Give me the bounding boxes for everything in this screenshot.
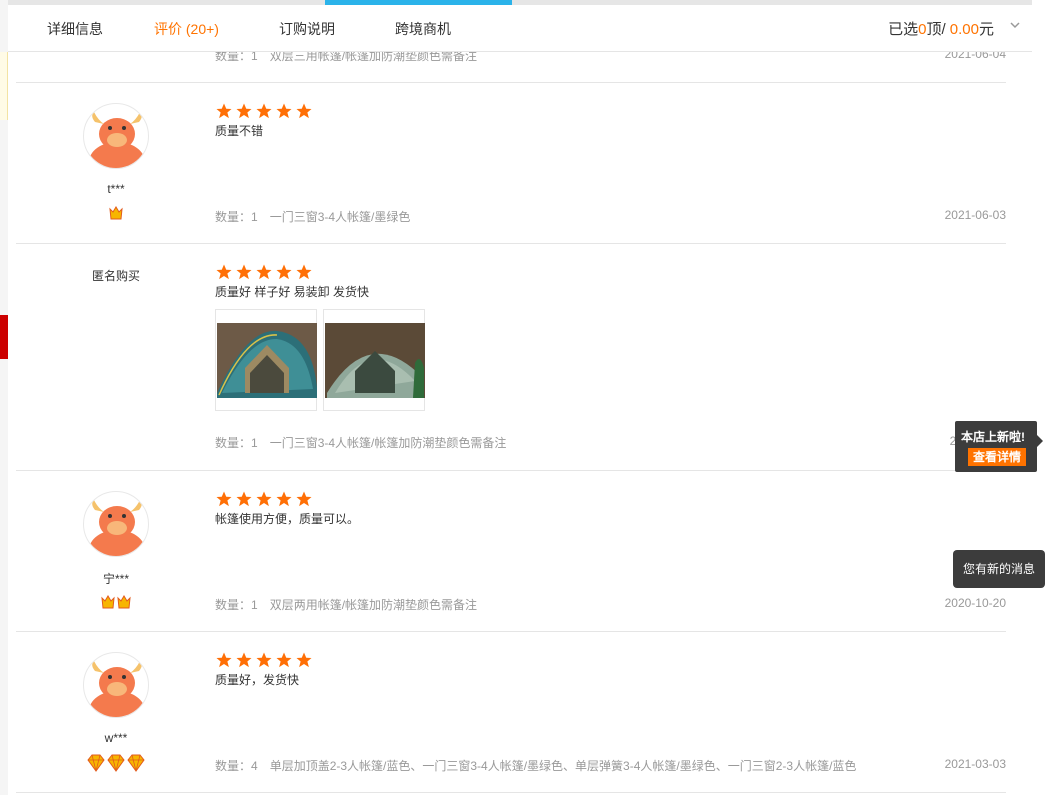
- review-content: 帐篷使用方便，质量可以。: [215, 512, 360, 526]
- review-user: 匿名购买: [91, 269, 140, 283]
- review-content: 质量好 样子好 易装卸 发货快: [215, 285, 370, 299]
- rating-stars: [215, 490, 315, 508]
- star-icon: [296, 264, 312, 280]
- star-icon: [276, 264, 292, 280]
- star-icon: [236, 264, 252, 280]
- star-icon: [216, 103, 232, 119]
- review-variant: 一门三窗3-4人帐篷/帐篷加防潮垫颜色需备注: [269, 436, 507, 450]
- review-quantity: 数量：1: [215, 436, 258, 450]
- review-user: w***: [104, 731, 128, 745]
- review-variant: 双层两用帐篷/帐篷加防潮垫颜色需备注: [269, 598, 478, 612]
- star-icon: [256, 103, 272, 119]
- left-red-tab[interactable]: [0, 315, 8, 359]
- rating-stars: [215, 102, 315, 120]
- diamond-badge-icon: [127, 754, 145, 772]
- review-photo-thumbnail[interactable]: [215, 309, 317, 411]
- crown-badge-icon: [117, 595, 131, 609]
- star-icon: [216, 491, 232, 507]
- star-icon: [296, 491, 312, 507]
- bull-avatar-icon: [89, 661, 145, 717]
- user-level-badges: [16, 205, 216, 223]
- left-notice-strip: [0, 52, 8, 120]
- popup-arrow: [1037, 435, 1043, 447]
- tent-photo-image: [217, 323, 317, 398]
- review-meta: 数量：4 单层加顶盖2-3人帐篷/蓝色、一门三窗3-4人帐篷/墨绿色、单层弹簧3-…: [215, 757, 856, 774]
- tab-details[interactable]: 详细信息: [47, 19, 103, 39]
- review-quantity: 数量：4: [215, 759, 258, 773]
- new-arrivals-popup: 本店上新啦! 查看详情: [955, 421, 1043, 472]
- tab-indicator: [325, 0, 512, 5]
- tab-order-notes[interactable]: 订购说明: [279, 19, 335, 39]
- review-date: 2020-10-20: [944, 596, 1006, 610]
- review-item: 宁*** 帐篷使用方便，质量可以。 数量：1 双层两用帐篷/帐篷加防潮垫颜色需备注…: [16, 471, 1006, 632]
- cart-summary-amount: 0.00: [949, 21, 979, 38]
- tent-photo-image: [325, 323, 425, 398]
- review-date: 2021-06-03: [944, 208, 1006, 222]
- star-icon: [216, 264, 232, 280]
- cart-summary-unit: 顶/: [926, 21, 946, 38]
- rating-stars: [215, 651, 315, 669]
- cart-summary-currency: 元: [978, 21, 994, 38]
- tab-top-line: [8, 0, 1032, 5]
- review-date: 2021-03-03: [944, 757, 1006, 771]
- star-icon: [276, 103, 292, 119]
- diamond-badge-icon: [107, 754, 125, 772]
- review-content: 质量好，发货快: [215, 673, 300, 687]
- bull-avatar-icon: [89, 500, 145, 556]
- avatar[interactable]: [83, 103, 149, 169]
- crown-badge-icon: [109, 206, 123, 220]
- chevron-down-icon[interactable]: [1010, 20, 1020, 30]
- star-icon: [256, 491, 272, 507]
- crown-badge-icon: [101, 595, 115, 609]
- review-user: 宁***: [102, 572, 129, 586]
- star-icon: [216, 652, 232, 668]
- tab-reviews[interactable]: 评价 (20+): [154, 19, 219, 39]
- review-photo-thumbnail[interactable]: [323, 309, 425, 411]
- view-details-button[interactable]: 查看详情: [968, 448, 1026, 466]
- detail-tabbar: 详细信息 评价 (20+) 订购说明 跨境商机 已选0顶/ 0.00元: [8, 0, 1032, 52]
- star-icon: [236, 652, 252, 668]
- review-item: w*** 质量好，发货快 数量：4 单层加顶盖2-3人帐篷/蓝色、一门三窗3-4人…: [16, 632, 1006, 793]
- review-variant: 单层加顶盖2-3人帐篷/蓝色、一门三窗3-4人帐篷/墨绿色、单层弹簧3-4人帐篷…: [269, 759, 857, 773]
- new-arrivals-title: 本店上新啦!: [961, 430, 1025, 444]
- review-item: t*** 质量不错 数量：1 一门三窗3-4人帐篷/墨绿色 2021-06-03: [16, 83, 1006, 244]
- review-quantity: 数量：1: [215, 598, 258, 612]
- star-icon: [296, 103, 312, 119]
- review-meta: 数量：1 一门三窗3-4人帐篷/帐篷加防潮垫颜色需备注: [215, 434, 506, 451]
- review-meta: 数量：1 双层两用帐篷/帐篷加防潮垫颜色需备注: [215, 596, 477, 613]
- cart-summary-prefix: 已选: [888, 21, 919, 38]
- avatar[interactable]: [83, 491, 149, 557]
- star-icon: [296, 652, 312, 668]
- avatar[interactable]: [83, 652, 149, 718]
- star-icon: [256, 652, 272, 668]
- review-variant: 一门三窗3-4人帐篷/墨绿色: [269, 210, 411, 224]
- cart-summary[interactable]: 已选0顶/ 0.00元: [888, 18, 994, 39]
- star-icon: [236, 491, 252, 507]
- diamond-badge-icon: [87, 754, 105, 772]
- rating-stars: [215, 263, 315, 281]
- star-icon: [276, 491, 292, 507]
- star-icon: [256, 264, 272, 280]
- review-content: 质量不错: [215, 124, 264, 138]
- review-quantity: 数量：1: [215, 210, 258, 224]
- star-icon: [236, 103, 252, 119]
- new-message-popup[interactable]: 您有新的消息: [953, 550, 1045, 588]
- user-level-badges: [16, 754, 216, 772]
- review-item: 匿名购买 质量好 样子好 易装卸 发货快 数量：1 一门三窗3-4人帐篷/帐篷加…: [16, 244, 1006, 471]
- review-meta: 数量：1 一门三窗3-4人帐篷/墨绿色: [215, 208, 410, 225]
- star-icon: [276, 652, 292, 668]
- user-level-badges: [16, 594, 216, 612]
- bull-avatar-icon: [89, 112, 145, 168]
- review-user: t***: [107, 182, 125, 196]
- tab-cross-border[interactable]: 跨境商机: [395, 19, 451, 39]
